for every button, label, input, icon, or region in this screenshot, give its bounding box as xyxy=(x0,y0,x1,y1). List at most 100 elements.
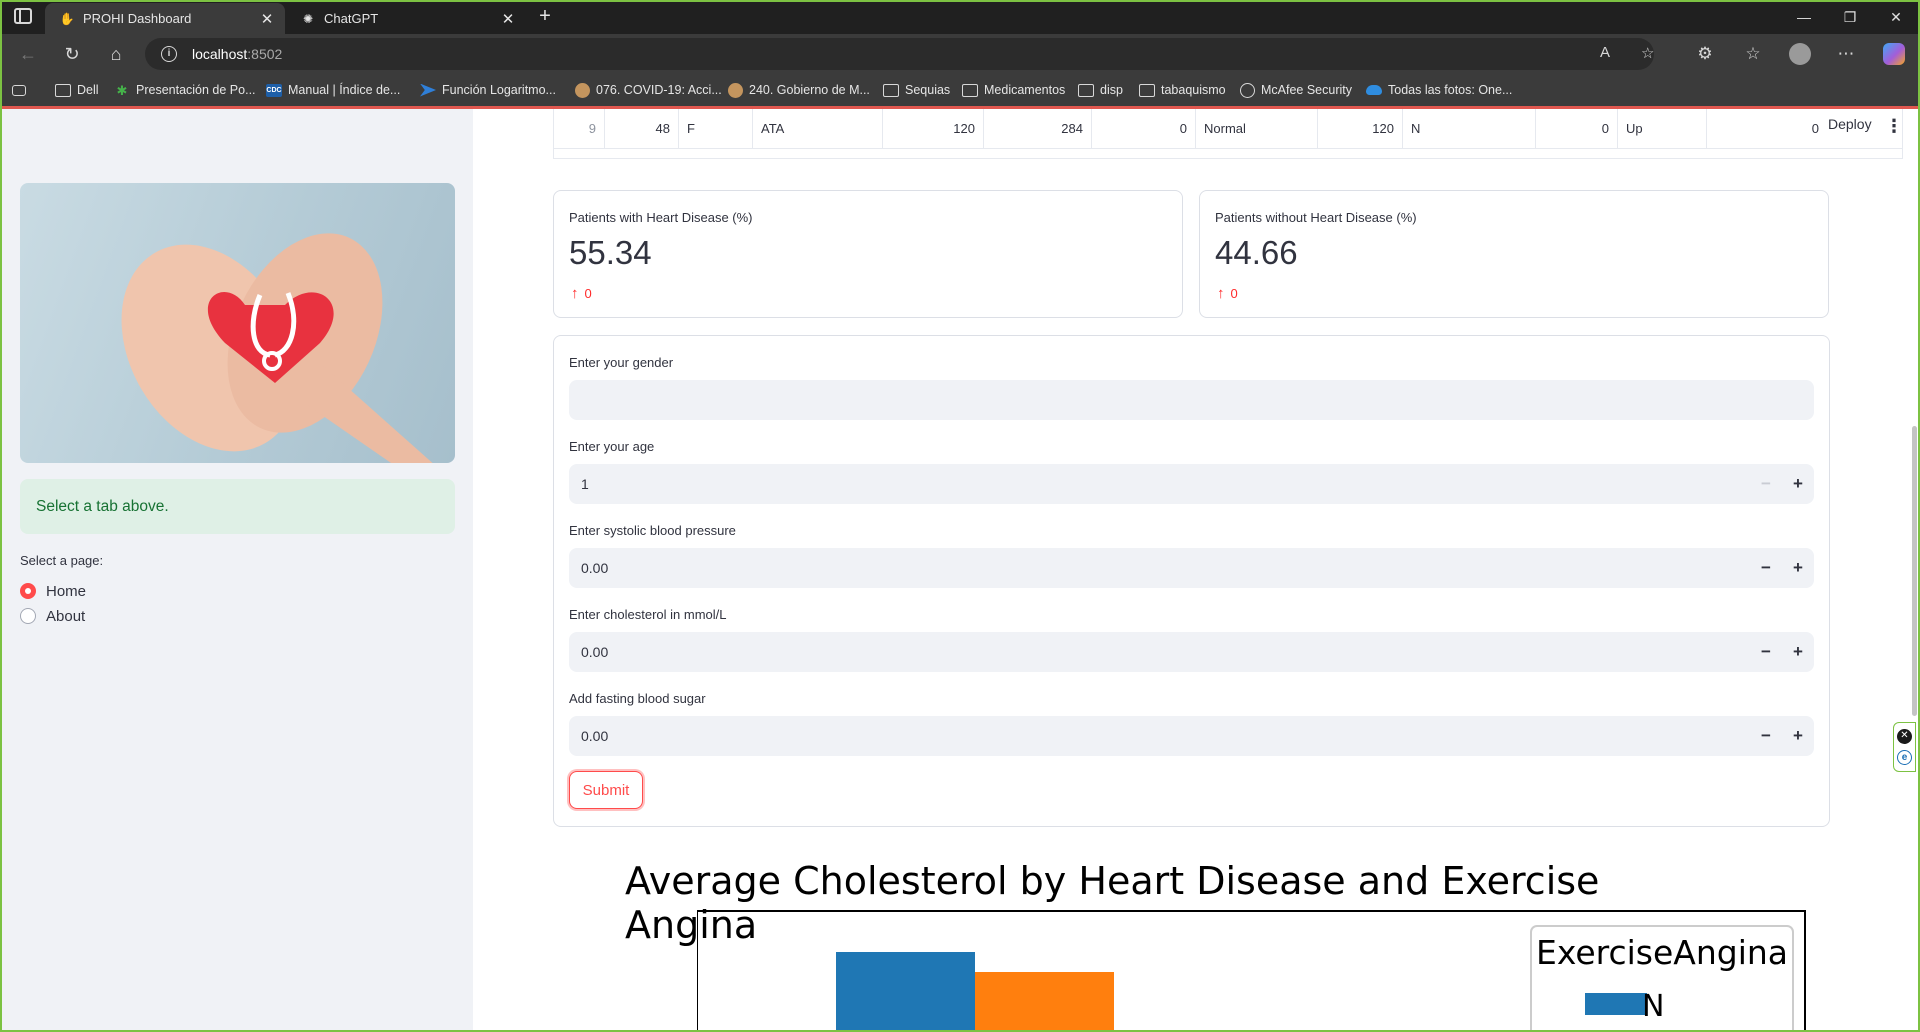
folder-icon xyxy=(883,83,899,97)
bookmark-medicamentos[interactable]: Medicamentos xyxy=(962,81,1065,99)
tab-actions-icon[interactable] xyxy=(14,8,32,24)
circle-icon xyxy=(575,82,590,98)
blood-sugar-value: 0.00 xyxy=(581,728,609,744)
table-cell: 284 xyxy=(984,109,1092,149)
submit-button[interactable]: Submit xyxy=(569,771,643,809)
read-aloud-icon[interactable]: A xyxy=(1600,44,1610,61)
profile-avatar[interactable] xyxy=(1789,43,1811,65)
copilot-icon[interactable] xyxy=(1883,43,1905,65)
heart-stethoscope-image xyxy=(20,183,455,463)
bookmark-dell[interactable]: Dell xyxy=(55,81,99,99)
metric-with-heart-disease: Patients with Heart Disease (%) 55.34 ↑ 0 xyxy=(553,190,1183,318)
data-table[interactable]: 9 48 F ATA 120 284 0 Normal 120 N 0 Up 0 xyxy=(553,109,1903,159)
bookmark-mcafee[interactable]: McAfee Security xyxy=(1240,81,1352,99)
metric-value: 44.66 xyxy=(1215,234,1298,271)
close-icon[interactable]: ✕ xyxy=(1897,729,1912,744)
tab-title: PROHI Dashboard xyxy=(83,11,192,26)
bookmark-manual[interactable]: CDC Manual | Índice de... xyxy=(266,81,400,99)
bookmark-sequias[interactable]: Sequias xyxy=(883,81,950,99)
age-value: 1 xyxy=(581,476,589,492)
table-cell: 0 xyxy=(1536,109,1618,149)
table-cell: Normal xyxy=(1196,109,1318,149)
blood-sugar-decrement-button[interactable]: − xyxy=(1750,716,1782,756)
close-window-icon[interactable]: ✕ xyxy=(1873,0,1919,34)
new-tab-button[interactable]: + xyxy=(533,5,557,29)
blood-sugar-increment-button[interactable]: + xyxy=(1782,716,1814,756)
radio-home[interactable]: Home xyxy=(20,581,86,601)
radio-unselected-icon xyxy=(20,608,36,624)
table-cell: N xyxy=(1403,109,1536,149)
extension-icon[interactable]: e xyxy=(1897,750,1912,765)
table-cell: 0 xyxy=(1092,109,1196,149)
minimize-icon[interactable]: — xyxy=(1781,0,1827,34)
reload-icon[interactable]: ↻ xyxy=(57,40,87,68)
cholesterol-input[interactable]: 0.00 − + xyxy=(569,632,1814,672)
scrollbar[interactable] xyxy=(1912,426,1917,716)
radio-about[interactable]: About xyxy=(20,606,85,626)
bookmark-funcion-logaritmo[interactable]: Función Logaritmo... xyxy=(420,81,556,99)
close-tab-icon[interactable]: ✕ xyxy=(255,10,279,28)
page-select-label: Select a page: xyxy=(20,553,104,568)
cholesterol-decrement-button[interactable]: − xyxy=(1750,632,1782,672)
chart-bar xyxy=(975,972,1114,1030)
gender-label: Enter your gender xyxy=(569,355,674,370)
table-cell: ATA xyxy=(753,109,883,149)
reading-mode-icon[interactable] xyxy=(12,81,32,99)
table-cell: F xyxy=(679,109,753,149)
deploy-button[interactable]: Deploy xyxy=(1828,116,1872,132)
blood-pressure-input[interactable]: 0.00 − + xyxy=(569,548,1814,588)
metric-delta: ↑ 0 xyxy=(571,285,592,302)
cdc-icon: CDC xyxy=(266,83,282,97)
radio-label: About xyxy=(46,607,86,625)
bookmark-onedrive[interactable]: Todas las fotos: One... xyxy=(1366,81,1512,99)
blood-pressure-label: Enter systolic blood pressure xyxy=(569,523,736,538)
bookmark-presentacion[interactable]: ✱ Presentación de Po... xyxy=(114,81,256,99)
bookmark-tabaquismo[interactable]: tabaquismo xyxy=(1139,81,1226,99)
restore-icon[interactable]: ❐ xyxy=(1827,0,1873,34)
tab-prohi-dashboard[interactable]: ✋ PROHI Dashboard ✕ xyxy=(45,3,285,34)
blood-sugar-input[interactable]: 0.00 − + xyxy=(569,716,1814,756)
extensions-icon[interactable]: ⚙ xyxy=(1690,40,1720,68)
site-info-icon[interactable]: i xyxy=(161,46,177,62)
age-increment-button[interactable]: + xyxy=(1782,464,1814,504)
arrow-up-icon: ↑ xyxy=(1217,285,1225,302)
blood-pressure-decrement-button[interactable]: − xyxy=(1750,548,1782,588)
close-tab-icon[interactable]: ✕ xyxy=(496,10,520,28)
blood-pressure-increment-button[interactable]: + xyxy=(1782,548,1814,588)
bookmark-covid[interactable]: 076. COVID-19: Acci... xyxy=(575,81,722,99)
cholesterol-increment-button[interactable]: + xyxy=(1782,632,1814,672)
favorite-star-icon[interactable]: ☆ xyxy=(1641,44,1654,62)
metric-value: 55.34 xyxy=(569,234,652,271)
tab-chatgpt[interactable]: ✺ ChatGPT ✕ xyxy=(286,3,526,34)
asterisk-icon: ✱ xyxy=(116,82,128,98)
bookmarks-bar: Dell ✱ Presentación de Po... CDC Manual | … xyxy=(0,74,1920,106)
bar-chart: ExerciseAngina N xyxy=(697,910,1806,1030)
metric-without-heart-disease: Patients without Heart Disease (%) 44.66… xyxy=(1199,190,1829,318)
favorites-icon[interactable]: ☆ xyxy=(1738,40,1768,68)
age-input[interactable]: 1 − + xyxy=(569,464,1814,504)
bookmark-gobierno[interactable]: 240. Gobierno de M... xyxy=(728,81,870,99)
arrow-up-icon: ↑ xyxy=(571,285,579,302)
table-cell: 0 xyxy=(1811,121,1819,136)
tab-title: ChatGPT xyxy=(324,11,379,26)
table-cell: 120 xyxy=(1318,109,1403,149)
side-panel-tools[interactable]: ✕ e xyxy=(1893,722,1916,772)
input-form: Enter your gender Enter your age 1 − + E… xyxy=(553,335,1830,827)
gender-input[interactable] xyxy=(569,380,1814,420)
blood-sugar-label: Add fasting blood sugar xyxy=(569,691,706,706)
back-icon[interactable]: ← xyxy=(13,40,43,68)
url-text[interactable]: localhost:8502 xyxy=(192,46,282,62)
metric-delta: ↑ 0 xyxy=(1217,285,1238,302)
main-menu-icon[interactable]: ⋮ xyxy=(1885,116,1903,137)
folder-icon xyxy=(1139,83,1155,97)
chart-legend-title: ExerciseAngina xyxy=(1536,933,1788,972)
bookmark-disp[interactable]: disp xyxy=(1078,81,1123,99)
blood-pressure-value: 0.00 xyxy=(581,560,609,576)
table-cell: 9 xyxy=(554,109,605,149)
table-cell: 120 xyxy=(883,109,984,149)
home-icon[interactable]: ⌂ xyxy=(101,40,131,68)
address-bar[interactable]: i localhost:8502 A ☆ xyxy=(145,38,1654,70)
sidebar: Select a tab above. Select a page: Home … xyxy=(2,109,473,1030)
age-decrement-button[interactable]: − xyxy=(1750,464,1782,504)
more-options-icon[interactable]: ⋯ xyxy=(1831,40,1861,68)
